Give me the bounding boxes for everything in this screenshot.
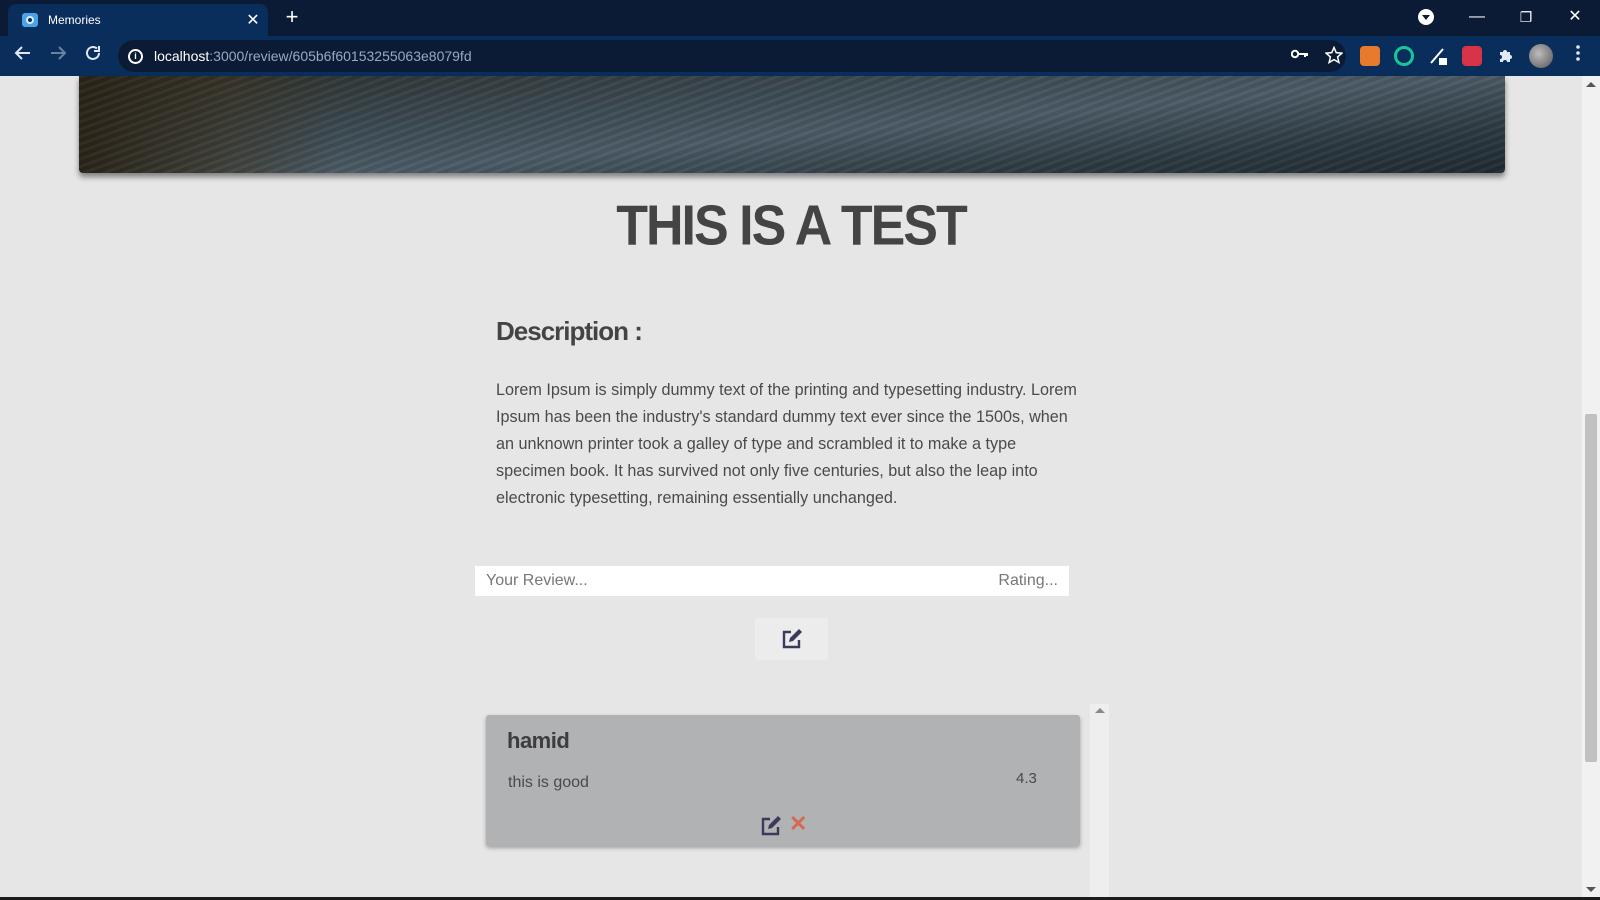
reload-icon[interactable] [80,43,106,69]
info-icon[interactable]: i [128,49,143,64]
scrollbar-thumb[interactable] [1585,414,1597,762]
delete-review-button[interactable]: ✕ [789,812,807,836]
star-icon[interactable] [1324,45,1344,66]
extension-icon[interactable] [1462,46,1482,66]
scroll-down-icon[interactable] [1586,887,1596,892]
edit-icon [782,629,802,649]
back-icon[interactable] [10,43,36,69]
reviews-scrollbar[interactable] [1090,704,1109,900]
extension-icon[interactable] [1428,46,1448,66]
close-window-button[interactable]: ✕ [1561,4,1589,30]
page-title: THIS IS A TEST [616,194,968,258]
tab-close-icon[interactable]: ✕ [244,10,262,30]
review-author: hamid [507,728,570,753]
review-input[interactable] [475,566,965,596]
browser-toolbar: i localhost:3000/review/605b6f6015325506… [0,36,1600,76]
scroll-up-icon[interactable] [1095,708,1105,713]
new-tab-button[interactable]: + [282,5,302,29]
menu-icon[interactable] [1565,43,1591,69]
address-bar[interactable]: i localhost:3000/review/605b6f6015325506… [118,40,1346,72]
restore-button[interactable]: ❐ [1512,4,1540,30]
browser-tab[interactable]: Memories ✕ [8,4,268,36]
tab-title: Memories [48,13,101,27]
extension-icon[interactable] [1360,46,1380,66]
submit-review-button[interactable] [755,618,828,660]
page-scrollbar[interactable] [1582,76,1600,900]
camera-icon [22,13,38,27]
avatar[interactable] [1529,44,1553,68]
minimize-button[interactable]: — [1463,4,1491,30]
rating-input[interactable] [965,566,1069,596]
review-rating: 4.3 [1016,770,1037,787]
url-text[interactable]: localhost:3000/review/605b6f60153255063e… [154,48,472,64]
key-icon[interactable] [1290,46,1310,66]
edit-icon [761,816,781,836]
review-card: hamid this is good 4.3 ✕ [486,715,1080,846]
forward-icon[interactable] [45,43,71,69]
edit-review-button[interactable] [760,816,782,841]
browser-titlebar: Memories ✕ + — ❐ ✕ [0,0,1600,36]
puzzle-icon[interactable] [1496,46,1516,66]
extension-icon[interactable] [1394,46,1414,66]
review-form [475,566,1069,596]
chevron-down-icon[interactable] [1418,9,1434,25]
scroll-up-icon[interactable] [1586,82,1596,87]
description-text: Lorem Ipsum is simply dummy text of the … [496,381,1077,507]
review-text: this is good [508,774,589,791]
hero-image [79,76,1505,173]
description-heading: Description : [496,316,643,346]
